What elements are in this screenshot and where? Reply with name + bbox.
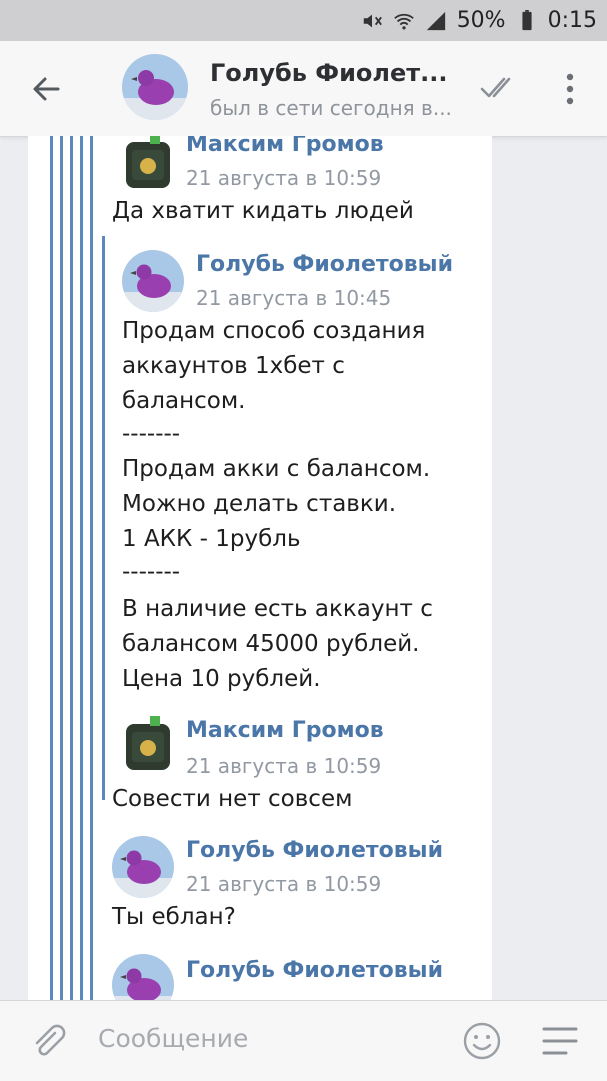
thread-line bbox=[60, 136, 63, 1000]
message-date: 21 августа в 10:59 bbox=[186, 872, 382, 896]
quote-line: аккаунтов 1хбет с bbox=[122, 353, 345, 379]
thread-line bbox=[90, 136, 93, 1000]
quote-line: Продам способ создания bbox=[122, 318, 426, 344]
message-date: 21 августа в 10:59 bbox=[186, 166, 382, 190]
message-input[interactable]: Сообщение bbox=[98, 1024, 248, 1053]
message-author[interactable]: Голубь Фиолетовый bbox=[186, 838, 443, 863]
quote-line: Цена 10 рублей. bbox=[122, 666, 321, 692]
quote-line: В наличие есть аккаунт с bbox=[122, 596, 433, 622]
thread-line bbox=[70, 136, 73, 1000]
message-date: 21 августа в 10:59 bbox=[186, 754, 382, 778]
message-author[interactable]: Максим Громов bbox=[186, 136, 384, 157]
double-check-icon[interactable] bbox=[480, 73, 518, 103]
status-bar: 50% 0:15 bbox=[0, 0, 607, 41]
status-icons: 50% 0:15 bbox=[361, 0, 597, 41]
message-author[interactable]: Голубь Фиолетовый bbox=[186, 958, 443, 983]
message-author[interactable]: Голубь Фиолетовый bbox=[196, 252, 453, 277]
back-arrow-icon[interactable] bbox=[28, 71, 64, 107]
message-text: Да хватит кидать людей bbox=[112, 198, 414, 224]
paperclip-icon[interactable] bbox=[28, 1021, 68, 1061]
message-author[interactable]: Максим Громов bbox=[186, 718, 384, 743]
avatar[interactable] bbox=[120, 136, 182, 194]
quote-line: 1 АКК - 1рубль bbox=[122, 526, 301, 552]
battery-icon bbox=[522, 9, 532, 30]
message-thread: Максим Громов 21 августа в 10:59 Да хват… bbox=[28, 136, 492, 1000]
clock: 0:15 bbox=[547, 8, 597, 33]
quote-line: балансом 45000 рублей. bbox=[122, 631, 420, 657]
page-title: Голубь Фиолет... bbox=[210, 59, 448, 87]
message-date: 21 августа в 10:45 bbox=[196, 286, 392, 310]
message-text: Совести нет совсем bbox=[112, 786, 353, 812]
quote-bar bbox=[102, 236, 105, 800]
smile-icon[interactable] bbox=[462, 1021, 502, 1061]
avatar[interactable] bbox=[122, 54, 188, 120]
thread-line bbox=[50, 136, 53, 1000]
more-vertical-icon[interactable] bbox=[557, 69, 583, 109]
last-seen-status: был в сети сегодня в... bbox=[210, 96, 452, 120]
quote-line: балансом. bbox=[122, 388, 246, 414]
quote-line: Можно делать ставки. bbox=[122, 491, 397, 517]
avatar[interactable] bbox=[112, 954, 174, 1000]
signal-icon bbox=[426, 11, 445, 30]
quote-line: Продам акки с балансом. bbox=[122, 456, 431, 482]
battery-percent: 50% bbox=[456, 8, 506, 33]
menu-icon[interactable] bbox=[542, 1025, 578, 1057]
avatar[interactable] bbox=[122, 250, 184, 312]
quote-line: ------- bbox=[122, 559, 181, 585]
mute-icon bbox=[363, 14, 382, 27]
conversation-header: Голубь Фиолет... был в сети сегодня в... bbox=[0, 41, 607, 137]
avatar[interactable] bbox=[120, 714, 182, 776]
wifi-icon bbox=[393, 13, 414, 30]
avatar[interactable] bbox=[112, 836, 174, 898]
message-text: Ты еблан? bbox=[112, 904, 236, 930]
thread-line bbox=[80, 136, 83, 1000]
quote-line: ------- bbox=[122, 421, 181, 447]
message-composer: Сообщение bbox=[0, 1000, 607, 1081]
